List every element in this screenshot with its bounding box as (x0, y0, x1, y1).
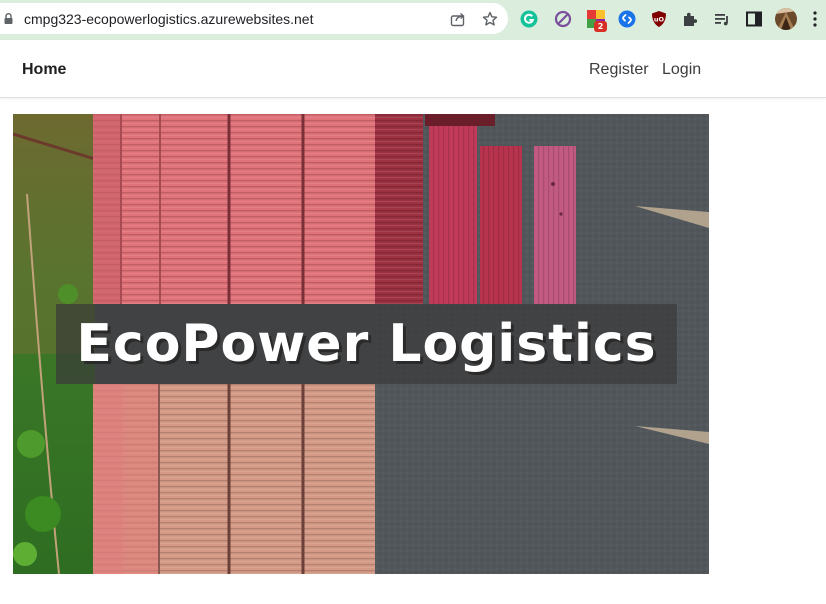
profile-avatar[interactable] (775, 8, 797, 30)
nav-login-link[interactable]: Login (662, 61, 701, 79)
url-text[interactable]: cmpg323-ecopowerlogistics.azurewebsites.… (24, 11, 313, 27)
hero-title: EcoPower Logistics (76, 314, 657, 374)
side-panel-icon[interactable] (745, 10, 763, 28)
block-icon[interactable] (554, 10, 572, 28)
extensions-puzzle-icon[interactable] (681, 10, 699, 28)
address-bar[interactable]: cmpg323-ecopowerlogistics.azurewebsites.… (0, 3, 508, 34)
site-navbar: Home Register Login (0, 40, 826, 98)
nav-register-link[interactable]: Register (589, 61, 649, 79)
grammarly-icon[interactable] (520, 10, 538, 28)
browser-toolbar: cmpg323-ecopowerlogistics.azurewebsites.… (0, 0, 826, 40)
hero-banner: EcoPower Logistics (13, 114, 709, 574)
nav-home-link[interactable]: Home (22, 61, 66, 79)
hero-title-band: EcoPower Logistics (56, 304, 677, 384)
ublock-icon[interactable]: uO (650, 10, 668, 28)
lock-icon[interactable] (4, 13, 13, 24)
menu-kebab-icon[interactable] (813, 11, 817, 27)
media-control-icon[interactable] (713, 10, 731, 28)
extension-badge: 2 (594, 21, 607, 32)
share-icon[interactable] (450, 11, 466, 27)
bookmark-star-icon[interactable] (482, 11, 498, 27)
shazam-icon[interactable] (618, 10, 636, 28)
svg-text:uO: uO (654, 16, 665, 24)
